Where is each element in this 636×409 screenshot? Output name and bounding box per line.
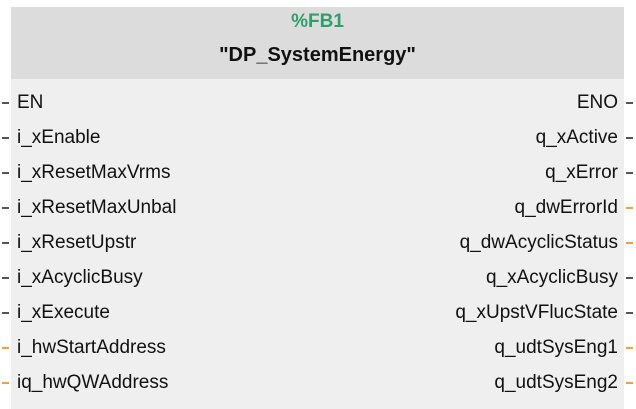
output-pin-label[interactable]: q_udtSysEng2 — [494, 372, 618, 394]
input-pin-stub[interactable] — [2, 102, 9, 104]
input-pin-label[interactable]: i_xEnable — [17, 127, 100, 149]
pin-row: i_xAcyclicBusy q_xAcyclicBusy — [2, 261, 633, 296]
block-name: "DP_SystemEnergy" — [219, 44, 416, 66]
input-pin-label[interactable]: i_xExecute — [17, 302, 110, 324]
output-pin-stub[interactable] — [626, 137, 633, 139]
input-pin-stub[interactable] — [2, 347, 9, 349]
input-pin-stub[interactable] — [2, 277, 9, 279]
output-pin-label[interactable]: q_udtSysEng1 — [494, 337, 618, 359]
pin-row: i_xResetUpstr q_dwAcyclicStatus — [2, 226, 633, 261]
input-pin-label[interactable]: i_xAcyclicBusy — [17, 267, 143, 289]
pin-row: i_hwStartAddress q_udtSysEng1 — [2, 331, 633, 366]
output-pin-label[interactable]: q_xActive — [536, 127, 618, 149]
pin-row: i_xResetMaxVrms q_xError — [2, 156, 633, 191]
pin-row: i_xResetMaxUnbal q_dwErrorId — [2, 191, 633, 226]
pin-row: EN ENO — [2, 86, 633, 121]
output-pin-stub[interactable] — [626, 172, 633, 174]
output-pin-stub[interactable] — [626, 382, 633, 384]
input-pin-label[interactable]: EN — [17, 92, 43, 114]
output-pin-stub[interactable] — [626, 277, 633, 279]
output-pin-label[interactable]: q_xError — [545, 162, 618, 184]
block-header: %FB1 "DP_SystemEnergy" — [11, 7, 624, 79]
input-pin-label[interactable]: i_xResetUpstr — [17, 232, 136, 254]
output-pin-label[interactable]: q_dwAcyclicStatus — [460, 232, 618, 254]
input-pin-label[interactable]: i_xResetMaxUnbal — [17, 197, 176, 219]
input-pin-label[interactable]: i_hwStartAddress — [17, 337, 166, 359]
input-pin-label[interactable]: iq_hwQWAddress — [17, 372, 168, 394]
input-pin-stub[interactable] — [2, 312, 9, 314]
output-pin-label[interactable]: ENO — [577, 92, 618, 114]
input-pin-stub[interactable] — [2, 382, 9, 384]
pin-row: i_xExecute q_xUpstVFlucState — [2, 296, 633, 331]
output-pin-stub[interactable] — [626, 347, 633, 349]
function-block[interactable]: %FB1 "DP_SystemEnergy" EN ENO i_xEnable … — [2, 7, 633, 409]
input-pin-stub[interactable] — [2, 242, 9, 244]
output-pin-stub[interactable] — [626, 312, 633, 314]
output-pin-label[interactable]: q_xAcyclicBusy — [486, 267, 618, 289]
input-pin-stub[interactable] — [2, 137, 9, 139]
pin-row: iq_hwQWAddress q_udtSysEng2 — [2, 366, 633, 401]
output-pin-stub[interactable] — [626, 242, 633, 244]
input-pin-stub[interactable] — [2, 207, 9, 209]
pin-row: i_xEnable q_xActive — [2, 121, 633, 156]
block-number: %FB1 — [291, 11, 344, 32]
output-pin-label[interactable]: q_dwErrorId — [515, 197, 619, 219]
output-pin-label[interactable]: q_xUpstVFlucState — [455, 302, 618, 324]
output-pin-stub[interactable] — [626, 102, 633, 104]
output-pin-stub[interactable] — [626, 207, 633, 209]
input-pin-stub[interactable] — [2, 172, 9, 174]
input-pin-label[interactable]: i_xResetMaxVrms — [17, 162, 170, 184]
